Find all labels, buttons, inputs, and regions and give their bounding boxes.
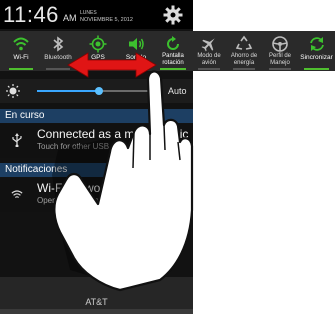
sync-icon: [309, 37, 324, 51]
steering-wheel-icon: [272, 36, 288, 52]
panel-handle[interactable]: [0, 309, 193, 314]
toggle-indicator: [160, 68, 186, 70]
toggle-sync[interactable]: Sincronizar: [298, 31, 335, 71]
toggle-indicator: [9, 68, 33, 70]
toggle-label: GPS: [91, 54, 105, 61]
toggle-label: Wi-Fi: [13, 54, 29, 61]
auto-brightness-toggle[interactable]: Auto: [168, 86, 187, 96]
toggle-bluetooth[interactable]: Bluetooth: [40, 31, 76, 71]
wifi-network-icon: [11, 190, 23, 198]
sound-icon: [129, 38, 144, 50]
ongoing-header: En curso: [0, 109, 193, 123]
rotate-icon: [167, 36, 179, 50]
quick-settings-strip[interactable]: Wi-Fi Bluetooth GPS Sonido Pantalla rota…: [0, 31, 335, 71]
gear-icon[interactable]: [163, 5, 183, 25]
toggle-label: Sincronizar: [300, 54, 333, 61]
toggle-label: Bluetooth: [44, 54, 72, 61]
toggle-indicator: [124, 68, 148, 70]
am-pm: AM: [63, 13, 77, 23]
brightness-slider[interactable]: [37, 87, 157, 95]
toggle-sound[interactable]: Sonido: [118, 31, 154, 71]
notification-title: Connected as a media devic: [37, 127, 189, 141]
toggle-label: Pantalla rotación: [162, 53, 184, 66]
toggle-indicator: [46, 68, 70, 70]
brightness-icon: [6, 84, 20, 98]
notifications-header: Notificaciones: [0, 163, 193, 177]
notification-subtitle: Open Wi-Fi settings: [37, 196, 108, 205]
clock: 11:46: [3, 2, 59, 27]
brightness-slider-fill: [37, 90, 100, 92]
toggle-airplane-mode[interactable]: Modo de avión: [192, 31, 226, 71]
toggle-wifi[interactable]: Wi-Fi: [3, 31, 39, 71]
toggle-label: Modo de avión: [197, 53, 221, 66]
notification-item-wifi[interactable]: Wi-Fi networks available Open Wi-Fi sett…: [0, 178, 193, 212]
ongoing-item-usb[interactable]: Connected as a media devic Touch for oth…: [0, 124, 193, 158]
date-label: NOVIEMBRE 5, 2012: [80, 17, 133, 23]
brightness-slider-knob[interactable]: [95, 87, 104, 95]
status-bar: 11:46 AM LUNES NOVIEMBRE 5, 2012: [0, 0, 193, 29]
toggle-label: Perfil de Manejo: [268, 53, 291, 66]
usb-icon: [12, 133, 22, 147]
toggle-indicator: [304, 68, 329, 70]
toggle-screen-rotation[interactable]: Pantalla rotación: [154, 31, 192, 71]
notification-subtitle: Touch for other USB options.: [37, 142, 140, 151]
gps-icon: [89, 35, 107, 53]
toggle-driving-mode[interactable]: Perfil de Manejo: [263, 31, 297, 71]
toggle-indicator: [86, 68, 110, 70]
toggle-power-saving[interactable]: Ahorro de energía: [227, 31, 261, 71]
day-label: LUNES: [80, 10, 97, 16]
wifi-icon: [13, 37, 29, 51]
toggle-indicator: [269, 68, 291, 70]
toggle-label: Sonido: [125, 54, 147, 61]
notification-title: Wi-Fi networks available: [37, 181, 168, 195]
recycle-icon: [235, 35, 253, 50]
carrier-label: AT&T: [85, 297, 108, 307]
toggle-indicator: [233, 68, 255, 70]
airplane-icon: [201, 38, 215, 52]
toggle-gps[interactable]: GPS: [80, 31, 116, 71]
brightness-row: Auto: [0, 79, 193, 103]
bluetooth-icon: [53, 36, 64, 52]
toggle-indicator: [198, 68, 220, 70]
toggle-label: Ahorro de energía: [230, 53, 258, 66]
